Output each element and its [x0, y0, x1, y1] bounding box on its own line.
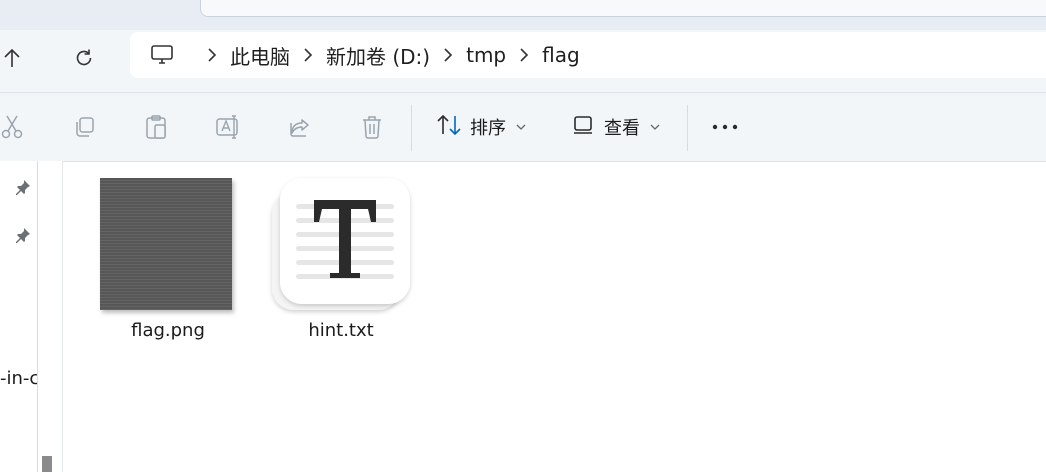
toolbar-divider — [687, 105, 688, 151]
image-thumbnail — [100, 178, 232, 310]
address-row: 此电脑 新加卷 (D:) tmp flag — [0, 30, 1046, 92]
chevron-right-icon[interactable] — [290, 48, 326, 62]
delete-icon[interactable] — [355, 110, 389, 144]
sort-label: 排序 — [470, 118, 506, 139]
rename-icon[interactable] — [211, 110, 245, 144]
refresh-icon[interactable] — [68, 42, 100, 74]
breadcrumb-volume-d[interactable]: 新加卷 (D:) — [326, 41, 430, 70]
view-label: 查看 — [604, 118, 640, 139]
chevron-down-icon — [516, 120, 526, 134]
chevron-right-icon[interactable] — [506, 48, 542, 62]
breadcrumb-flag[interactable]: flag — [542, 43, 580, 67]
sort-button[interactable]: 排序 — [436, 107, 526, 147]
chevron-down-icon — [650, 120, 660, 134]
sidebar-item-label[interactable]: -in-c — [0, 368, 37, 389]
pane-splitter[interactable] — [62, 161, 63, 472]
tab-strip — [0, 0, 1046, 30]
scrollbar-thumb[interactable] — [42, 456, 52, 472]
text-document-icon — [266, 174, 416, 320]
file-name: flag.png — [131, 320, 205, 341]
paste-icon[interactable] — [139, 110, 173, 144]
address-bar[interactable]: 此电脑 新加卷 (D:) tmp flag — [130, 32, 1046, 78]
command-bar: 排序 查看 — [0, 92, 1046, 162]
arrow-up-icon[interactable] — [0, 42, 28, 74]
cut-icon[interactable] — [0, 110, 29, 144]
more-icon[interactable] — [708, 110, 742, 144]
navigation-pane[interactable] — [0, 161, 62, 472]
copy-icon[interactable] — [67, 110, 101, 144]
chevron-right-icon[interactable] — [430, 48, 466, 62]
toolbar-divider — [411, 105, 412, 151]
pin-icon[interactable] — [12, 176, 34, 198]
file-name: hint.txt — [308, 320, 374, 341]
share-icon[interactable] — [283, 110, 317, 144]
chevron-right-icon[interactable] — [194, 48, 230, 62]
computer-icon[interactable] — [130, 44, 194, 66]
view-button[interactable]: 查看 — [572, 107, 660, 147]
sort-icon — [436, 114, 462, 141]
pane-scroll-track — [37, 161, 38, 472]
active-tab[interactable] — [200, 0, 1046, 17]
pin-icon[interactable] — [12, 224, 34, 246]
breadcrumb-tmp[interactable]: tmp — [466, 43, 506, 67]
view-icon — [572, 114, 596, 141]
breadcrumb-this-pc[interactable]: 此电脑 — [230, 41, 290, 70]
